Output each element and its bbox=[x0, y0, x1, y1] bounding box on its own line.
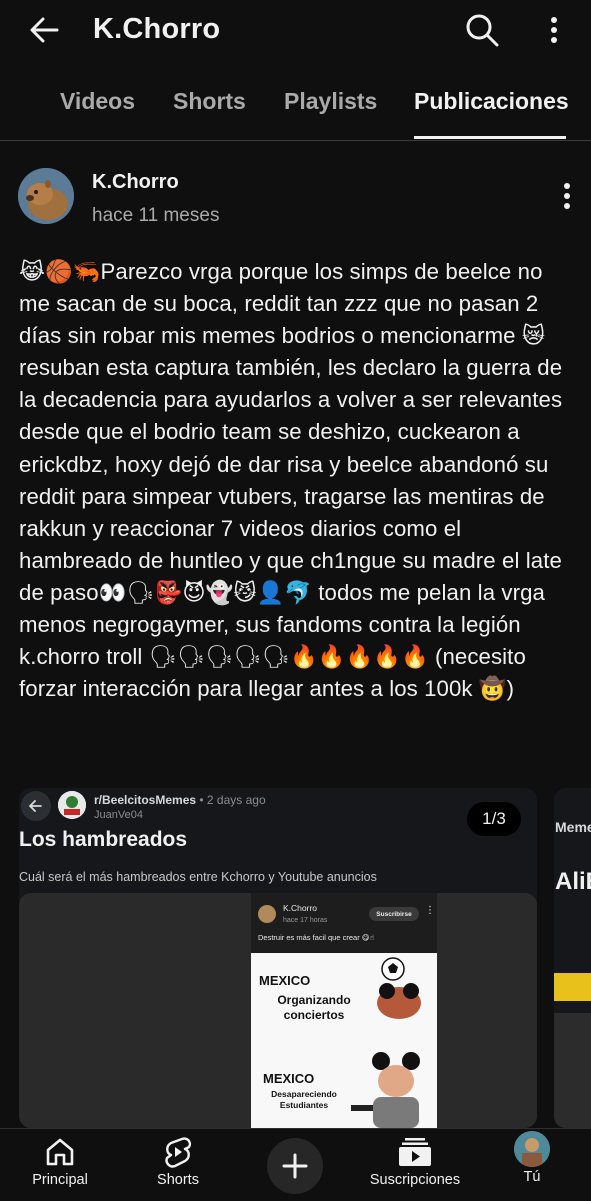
screenshot-avatar bbox=[258, 905, 276, 923]
subreddit-icon bbox=[58, 791, 86, 819]
tab-playlists[interactable]: Playlists bbox=[284, 88, 377, 115]
tab-publicaciones[interactable]: Publicaciones bbox=[414, 88, 569, 115]
avatar-icon bbox=[514, 1131, 550, 1167]
image-carousel[interactable]: r/BeelcitosMemes • 2 days ago JuanVe04 1… bbox=[19, 788, 591, 1128]
nav-principal[interactable]: Principal bbox=[24, 1129, 96, 1201]
screenshot-channel: K.Chorro bbox=[283, 903, 318, 913]
reddit-post-title: Los hambreados bbox=[19, 828, 188, 851]
tab-videos[interactable]: Videos bbox=[60, 88, 135, 115]
nav-principal-label: Principal bbox=[32, 1172, 88, 1188]
meme-top-caption: Organizando conciertos bbox=[277, 993, 351, 1022]
post-header: K.Chorro hace 11 meses bbox=[0, 150, 591, 240]
slide2-banner bbox=[554, 973, 591, 1001]
meme-bottom-title: MEXICO bbox=[263, 1071, 315, 1086]
you-avatar bbox=[514, 1131, 550, 1167]
post-author[interactable]: K.Chorro bbox=[92, 171, 179, 194]
meme-top-title: MEXICO bbox=[259, 973, 311, 988]
reddit-back-icon bbox=[21, 791, 51, 821]
more-vertical-icon bbox=[564, 183, 570, 209]
capybara-avatar-icon bbox=[18, 168, 74, 224]
embedded-screenshot: K.Chorro hace 17 horas Suscribirse ⋮ Des… bbox=[251, 893, 437, 1128]
screenshot-subscribe: Suscribirse bbox=[369, 907, 419, 921]
channel-title: K.Chorro bbox=[93, 13, 221, 45]
reddit-post-time: • 2 days ago bbox=[196, 793, 266, 807]
author-avatar[interactable] bbox=[18, 168, 74, 224]
home-icon bbox=[44, 1137, 76, 1167]
post-more-button[interactable] bbox=[553, 178, 581, 214]
soccer-ball-cartoon-icon bbox=[377, 957, 421, 1019]
plus-icon bbox=[282, 1153, 308, 1179]
nav-shorts-label: Shorts bbox=[157, 1172, 199, 1188]
carousel-slide-2[interactable]: Meme AliE bbox=[554, 788, 591, 1128]
nav-tu-label: Tú bbox=[523, 1169, 541, 1185]
top-bar: K.Chorro bbox=[0, 0, 591, 62]
screenshot-time: hace 17 horas bbox=[283, 917, 328, 924]
search-icon bbox=[466, 14, 499, 47]
more-vertical-icon bbox=[551, 17, 557, 43]
bottom-navigation: Principal Shorts Suscripciones Tú bbox=[0, 1128, 591, 1201]
slide2-image bbox=[554, 1013, 591, 1128]
screenshot-more-icon: ⋮ bbox=[425, 905, 435, 916]
nav-tu[interactable]: Tú bbox=[502, 1129, 562, 1201]
reddit-username: JuanVe04 bbox=[94, 809, 143, 821]
active-tab-indicator bbox=[414, 136, 566, 139]
post-time: hace 11 meses bbox=[92, 205, 220, 226]
reddit-post-subtitle: Cuál será el más hambreados entre Kchorr… bbox=[19, 870, 377, 884]
slide2-text-1: Meme bbox=[555, 819, 591, 835]
post-text: 😹🏀🦐Parezco vrga porque los simps de beel… bbox=[19, 259, 563, 702]
carousel-slide-1[interactable]: r/BeelcitosMemes • 2 days ago JuanVe04 1… bbox=[19, 788, 537, 1128]
screenshot-header: K.Chorro hace 17 horas Suscribirse ⋮ Des… bbox=[251, 893, 437, 953]
channel-tabs: Videos Shorts Playlists Publicaciones bbox=[0, 74, 591, 141]
nav-suscripciones[interactable]: Suscripciones bbox=[360, 1129, 470, 1201]
carousel-counter: 1/3 bbox=[467, 802, 521, 836]
arrow-left-icon bbox=[30, 17, 59, 43]
slide2-text-2: AliE bbox=[555, 868, 591, 895]
shorts-icon bbox=[163, 1137, 193, 1168]
nav-shorts[interactable]: Shorts bbox=[142, 1129, 214, 1201]
search-button[interactable] bbox=[460, 10, 504, 50]
screenshot-text: Destruir es más facil que crear 😋☝ bbox=[258, 933, 375, 942]
more-options-button[interactable] bbox=[540, 10, 568, 50]
subreddit-label: r/BeelcitosMemes bbox=[94, 793, 197, 807]
create-button[interactable] bbox=[267, 1138, 323, 1194]
subscriptions-icon bbox=[398, 1137, 432, 1167]
reddit-post-image: K.Chorro hace 17 horas Suscribirse ⋮ Des… bbox=[19, 893, 537, 1128]
subreddit-name: r/BeelcitosMemes • 2 days ago bbox=[94, 793, 266, 807]
tab-shorts[interactable]: Shorts bbox=[173, 88, 246, 115]
back-button[interactable] bbox=[22, 12, 66, 48]
cartoon-character-icon bbox=[351, 1052, 420, 1128]
nav-suscripciones-label: Suscripciones bbox=[369, 1172, 461, 1188]
meme-bottom-caption: Desapareciendo Estudiantes bbox=[271, 1089, 337, 1110]
